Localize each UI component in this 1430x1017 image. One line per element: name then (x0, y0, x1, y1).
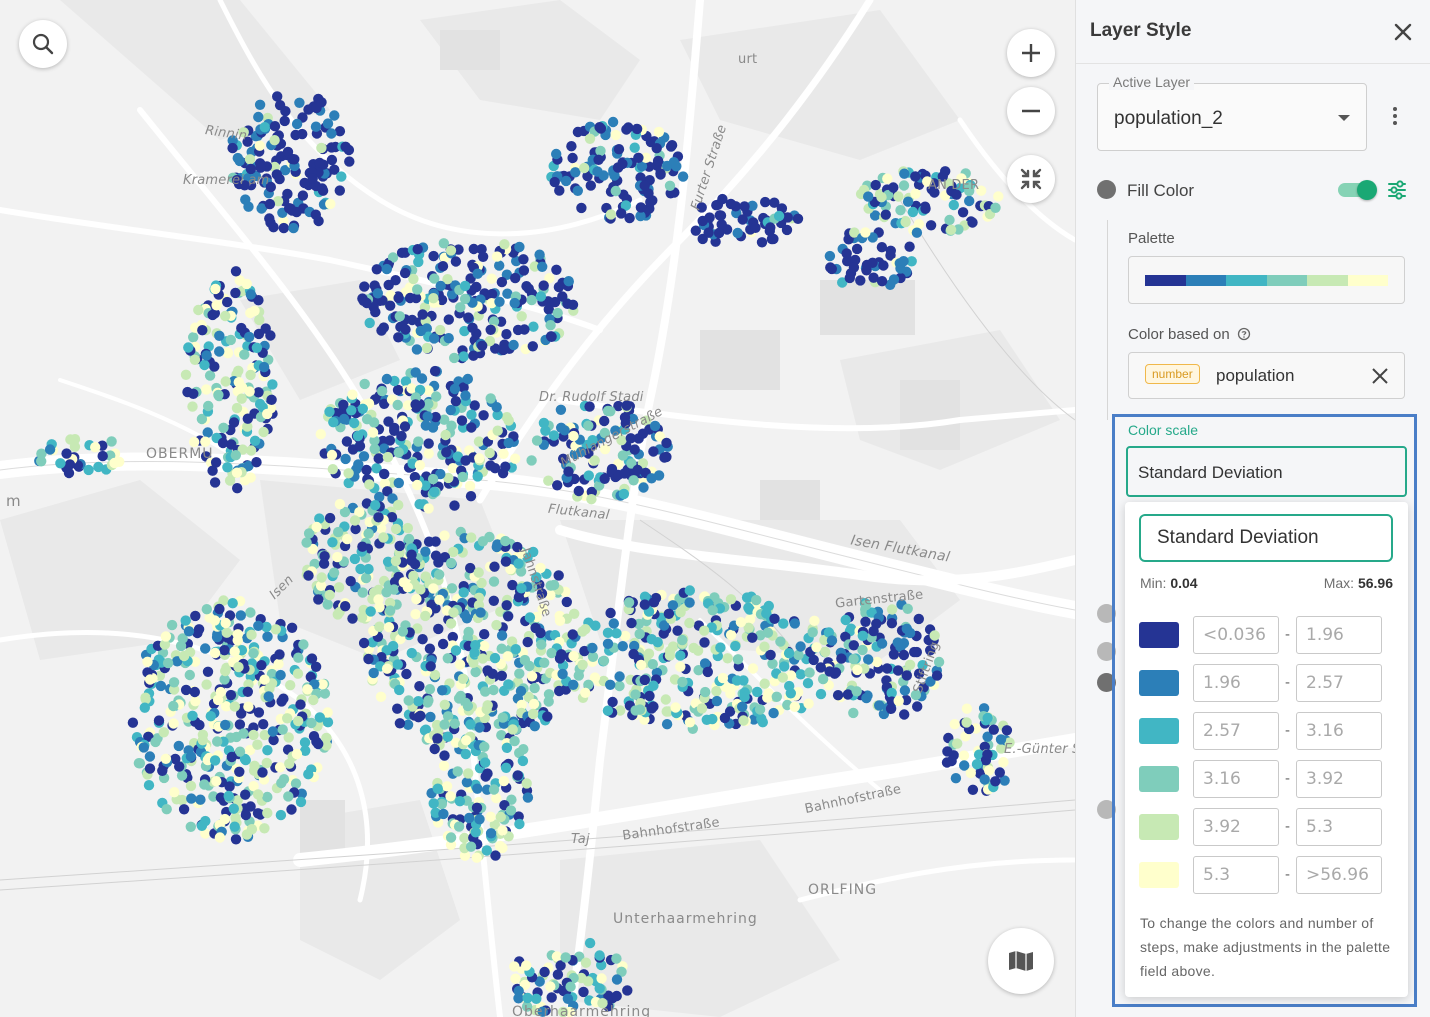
color-scale-label: Color scale (1128, 422, 1199, 438)
color-scale-dropdown: Standard Deviation Min: 0.04 Max: 56.96 … (1125, 502, 1408, 997)
active-layer-select[interactable]: population_2 (1097, 83, 1367, 151)
settings-sliders-icon[interactable] (1387, 180, 1407, 200)
range-separator: - (1285, 770, 1290, 787)
palette-swatch (1145, 275, 1186, 286)
active-layer-value: population_2 (1114, 108, 1223, 129)
max-value: Max: 56.96 (1323, 575, 1393, 591)
step-from-input[interactable]: 3.92 (1193, 808, 1279, 846)
search-button[interactable] (19, 20, 67, 68)
step-color-swatch[interactable] (1139, 814, 1179, 840)
map-basemap (0, 0, 1075, 1017)
fill-color-toggle[interactable] (1338, 180, 1377, 200)
more-options-icon[interactable] (1391, 107, 1399, 127)
map-label: urt (738, 52, 758, 67)
palette-swatch (1347, 275, 1388, 286)
color-based-on-label: Color based on (1128, 326, 1251, 343)
step-color-swatch[interactable] (1139, 766, 1179, 792)
palette-label: Palette (1128, 230, 1175, 247)
palette-swatch (1226, 275, 1267, 286)
panel-header: Layer Style (1076, 0, 1430, 64)
option-standard-deviation[interactable]: Standard Deviation (1139, 514, 1393, 562)
close-icon (1394, 23, 1412, 41)
map-icon (1009, 951, 1033, 971)
zoom-in-button[interactable] (1007, 29, 1055, 77)
map-label: Oberhaarmehring (512, 1004, 652, 1017)
fill-color-label: Fill Color (1127, 181, 1195, 200)
palette-swatch (1185, 275, 1226, 286)
color-scale-select[interactable]: Standard Deviation (1126, 446, 1407, 497)
step-to-input[interactable]: 2.57 (1296, 664, 1382, 702)
map-canvas[interactable]: Kramerei am Rinnin AN DER urt OBERMU m D… (0, 0, 1075, 1017)
step-from-input[interactable]: 3.16 (1193, 760, 1279, 798)
map-label: Unterhaarmehring (613, 911, 758, 927)
step-to-input[interactable]: 1.96 (1296, 616, 1382, 654)
color-scale-value: Standard Deviation (1138, 463, 1283, 482)
step-to-input[interactable]: >56.96 (1296, 856, 1382, 894)
step-from-input[interactable]: <0.036 (1193, 616, 1279, 654)
color-field-select[interactable]: number population (1128, 352, 1405, 399)
map-label: E.-Günter Str. (1004, 742, 1075, 757)
range-separator: - (1285, 626, 1290, 643)
clear-icon[interactable] (1370, 366, 1390, 386)
basemap-button[interactable] (988, 928, 1054, 994)
range-separator: - (1285, 722, 1290, 739)
zoom-out-button[interactable] (1007, 87, 1055, 135)
panel-title: Layer Style (1090, 20, 1192, 41)
map-label: Kramerei am (183, 173, 270, 188)
map-label: ORLFING (808, 882, 878, 898)
map-label: Dr. Rudolf Stadi (539, 390, 644, 405)
range-separator: - (1285, 674, 1290, 691)
palette-swatch (1307, 275, 1348, 286)
chevron-down-icon (1338, 115, 1350, 121)
type-chip: number (1145, 364, 1200, 384)
active-layer-label: Active Layer (1109, 74, 1195, 90)
step-to-input[interactable]: 3.16 (1296, 712, 1382, 750)
step-from-input[interactable]: 2.57 (1193, 712, 1279, 750)
step-color-swatch[interactable] (1139, 718, 1179, 744)
range-separator: - (1285, 866, 1290, 883)
step-to-input[interactable]: 5.3 (1296, 808, 1382, 846)
close-button[interactable] (1391, 20, 1415, 44)
section-connector (1107, 220, 1108, 420)
map-label: Taj (571, 832, 590, 847)
palette-bar (1145, 275, 1388, 286)
color-field-value: population (1216, 366, 1295, 385)
palette-selector[interactable] (1128, 256, 1405, 304)
minus-icon (1022, 109, 1040, 113)
step-from-input[interactable]: 5.3 (1193, 856, 1279, 894)
help-text: To change the colors and number of steps… (1140, 915, 1391, 979)
plus-icon (1022, 44, 1040, 62)
step-color-swatch[interactable] (1139, 670, 1179, 696)
step-color-swatch[interactable] (1139, 862, 1179, 888)
help-icon[interactable] (1237, 327, 1251, 341)
map-label: AN DER (928, 178, 980, 193)
step-color-swatch[interactable] (1139, 622, 1179, 648)
range-separator: - (1285, 818, 1290, 835)
fit-bounds-button[interactable] (1007, 155, 1055, 203)
search-icon (32, 33, 54, 55)
palette-swatch (1266, 275, 1307, 286)
min-value: Min: 0.04 (1140, 575, 1198, 591)
step-from-input[interactable]: 1.96 (1193, 664, 1279, 702)
compress-icon (1020, 168, 1042, 190)
step-to-input[interactable]: 3.92 (1296, 760, 1382, 798)
map-label: OBERMU (146, 446, 214, 462)
layer-style-panel: Layer Style population_2 Active Layer Fi… (1075, 0, 1430, 1017)
fill-color-dot (1097, 180, 1116, 199)
map-label: m (6, 492, 21, 510)
